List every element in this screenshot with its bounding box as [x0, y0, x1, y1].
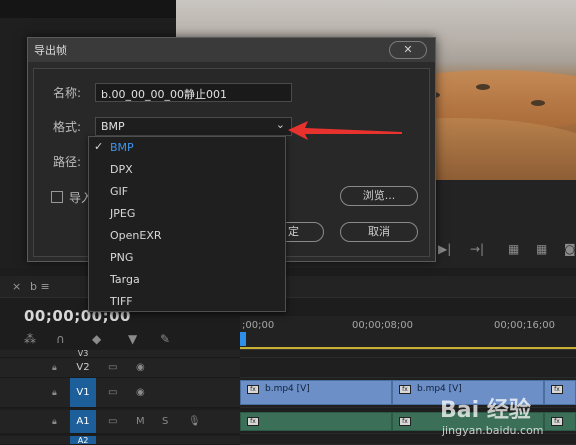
browse-button[interactable]: 浏览...	[340, 186, 418, 206]
format-select[interactable]: BMP ⌄	[95, 117, 292, 136]
format-dropdown-list: ✓ BMP DPX GIF JPEG OpenEXR PNG Targa TIF…	[88, 136, 286, 312]
fx-badge: fx	[399, 417, 411, 426]
lock-icon[interactable]: 🔒︎	[52, 388, 57, 398]
format-selected-value: BMP	[101, 120, 125, 133]
chevron-down-icon: ⌄	[275, 118, 285, 131]
film-icon[interactable]: ▭	[108, 416, 117, 427]
film-icon[interactable]: ▭	[108, 387, 117, 398]
linked-selection-icon[interactable]: ∩	[56, 332, 65, 346]
format-option-png[interactable]: PNG	[89, 247, 285, 269]
add-marker-icon[interactable]: ◆	[92, 332, 101, 346]
wrench-icon[interactable]: ✎	[160, 332, 170, 346]
audio-clip[interactable]: fx	[240, 412, 392, 431]
format-option-bmp[interactable]: ✓ BMP	[89, 137, 285, 159]
clip-label: b.mp4 [V]	[265, 384, 310, 394]
timeline-tab-bar: × b ≡	[0, 276, 576, 298]
track-v3: V3	[0, 349, 576, 358]
watermark-url: jingyan.baidu.com	[442, 424, 544, 437]
path-label: 路径:	[53, 155, 82, 169]
step-forward-icon[interactable]: ▶|	[438, 242, 451, 256]
time-ruler[interactable]: ;00;00 00;00;08;00 00;00;16;00	[240, 316, 576, 350]
playhead[interactable]	[240, 332, 246, 346]
track-v2: 🔒︎ V2 ▭ ◉	[0, 358, 576, 378]
video-clip[interactable]: fx b.mp4 [V]	[240, 380, 392, 405]
ruler-tick: 00;00;16;00	[494, 320, 556, 331]
eye-icon[interactable]: ◉	[136, 387, 145, 398]
film-icon[interactable]: ▭	[108, 362, 117, 373]
track-name[interactable]: A1	[70, 410, 96, 433]
lock-icon[interactable]: 🔒︎	[52, 417, 57, 427]
name-field[interactable]: b.00_00_00_00静止001	[95, 83, 292, 102]
snap-icon[interactable]: ⁂	[24, 332, 36, 346]
eye-icon[interactable]: ◉	[136, 362, 145, 373]
dialog-title: 导出帧	[34, 44, 67, 57]
import-checkbox[interactable]	[51, 191, 63, 203]
desert-bush	[476, 84, 490, 90]
fx-badge: fx	[399, 385, 411, 394]
ruler-tick: 00;00;08;00	[352, 320, 414, 331]
watermark-brand: Bai 经验	[440, 398, 531, 423]
format-option-tiff[interactable]: TIFF	[89, 291, 285, 313]
microphone-icon[interactable]: 🎙︎	[188, 416, 201, 427]
checkmark-icon: ✓	[94, 140, 104, 153]
extract-icon[interactable]: ▦	[536, 242, 547, 256]
format-option-gif[interactable]: GIF	[89, 181, 285, 203]
mute-button[interactable]: M	[136, 416, 145, 427]
dialog-titlebar[interactable]: 导出帧 ✕	[28, 38, 435, 62]
red-arrow-annotation	[288, 121, 402, 140]
name-label: 名称:	[53, 86, 82, 100]
marker-icon[interactable]: ▼	[128, 332, 137, 346]
close-tab-icon[interactable]: ×	[12, 280, 21, 293]
export-frame-icon[interactable]: ◙	[564, 242, 576, 256]
baidu-watermark: Bai 经验 jingyan.baidu.com	[440, 392, 576, 445]
track-name[interactable]: A2	[70, 436, 96, 445]
go-to-out-icon[interactable]: →|	[470, 242, 484, 256]
close-button[interactable]: ✕	[389, 41, 427, 59]
fx-badge: fx	[247, 417, 259, 426]
cancel-button[interactable]: 取消	[340, 222, 418, 242]
desert-bush	[531, 100, 545, 106]
work-area-bar[interactable]	[240, 347, 576, 349]
format-option-dpx[interactable]: DPX	[89, 159, 285, 181]
lock-icon[interactable]: 🔒︎	[52, 363, 57, 373]
timeline-tab[interactable]: b ≡	[30, 280, 50, 293]
format-option-jpeg[interactable]: JPEG	[89, 203, 285, 225]
ruler-tick: ;00;00	[242, 320, 275, 331]
track-name[interactable]: V2	[70, 358, 96, 377]
track-name[interactable]: V3	[70, 349, 96, 358]
panel-header-strip	[0, 0, 176, 18]
format-option-targa[interactable]: Targa	[89, 269, 285, 291]
arrow-shape	[288, 121, 402, 140]
track-name[interactable]: V1	[70, 378, 96, 407]
format-option-openexr[interactable]: OpenEXR	[89, 225, 285, 247]
fx-badge: fx	[247, 385, 259, 394]
solo-button[interactable]: S	[162, 416, 168, 427]
format-label: 格式:	[53, 120, 82, 134]
lift-icon[interactable]: ▦	[508, 242, 519, 256]
